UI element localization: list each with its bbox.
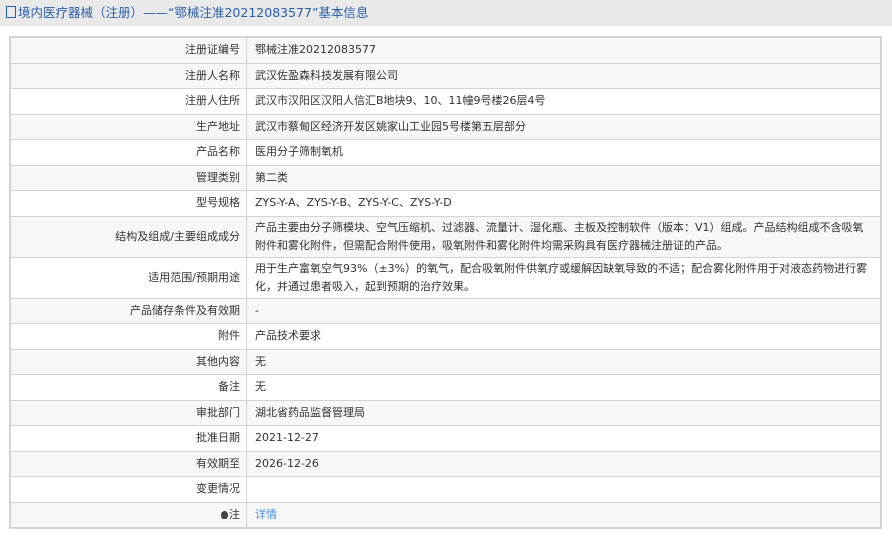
row-label: 适用范围/预期用途 [9, 256, 247, 299]
row-label: 其他内容 [9, 348, 247, 375]
table-row: 产品储存条件及有效期 - [9, 297, 882, 324]
page-title: 境内医疗器械（注册）——“鄂械注准20212083577”基本信息 [18, 5, 369, 20]
table-row: 管理类别 第二类 [9, 164, 882, 191]
row-label: 结构及组成/主要组成成分 [9, 215, 247, 258]
row-value: 鄂械注准20212083577 [246, 36, 882, 64]
note-label-cell: 注 [9, 501, 247, 529]
row-label: 变更情况 [9, 476, 247, 503]
row-value [246, 476, 882, 503]
row-value: 无 [246, 374, 882, 401]
document-icon [6, 6, 16, 18]
row-value: 无 [246, 348, 882, 375]
table-row: 有效期至 2026-12-26 [9, 450, 882, 477]
table-row: 生产地址 武汉市蔡甸区经济开发区姚家山工业园5号楼第五层部分 [9, 113, 882, 140]
row-label: 产品名称 [9, 139, 247, 166]
row-value: 第二类 [246, 164, 882, 191]
table-row: 其他内容无 [9, 348, 882, 375]
row-label: 注册证编号 [9, 36, 247, 64]
row-value: 产品主要由分子筛模块、空气压缩机、过滤器、流量计、湿化瓶、主板及控制软件（版本：… [246, 215, 882, 258]
table-row: 审批部门 湖北省药品监督管理局 [9, 399, 882, 426]
row-label: 型号规格 [9, 190, 247, 217]
row-value: 武汉市蔡甸区经济开发区姚家山工业园5号楼第五层部分 [246, 113, 882, 140]
row-label: 备注 [9, 374, 247, 401]
table-row: 型号规格 ZYS-Y-A、ZYS-Y-B、ZYS-Y-C、ZYS-Y-D [9, 190, 882, 217]
table-row: 批准日期 2021-12-27 [9, 425, 882, 452]
lightbulb-icon [221, 510, 228, 519]
note-label: 注 [229, 507, 240, 521]
row-label: 附件 [9, 323, 247, 350]
row-label: 注册人住所 [9, 88, 247, 115]
row-label: 产品储存条件及有效期 [9, 297, 247, 324]
row-label: 有效期至 [9, 450, 247, 477]
row-label: 管理类别 [9, 164, 247, 191]
row-label: 生产地址 [9, 113, 247, 140]
row-value: 用于生产富氧空气93%（±3%）的氧气，配合吸氧附件供氧疗或缓解因缺氧导致的不适… [246, 256, 882, 299]
table-row: 附件 产品技术要求 [9, 323, 882, 350]
table-row: 适用范围/预期用途 用于生产富氧空气93%（±3%）的氧气，配合吸氧附件供氧疗或缓… [9, 256, 882, 299]
row-value: ZYS-Y-A、ZYS-Y-B、ZYS-Y-C、ZYS-Y-D [246, 190, 882, 217]
table-row: 备注无 [9, 374, 882, 401]
table-row: 结构及组成/主要组成成分 产品主要由分子筛模块、空气压缩机、过滤器、流量计、湿化瓶… [9, 215, 882, 258]
row-label: 注册人名称 [9, 62, 247, 89]
info-table: 注册证编号 鄂械注准20212083577 注册人名称 武汉佐盈森科技发展有限公司 注册… [9, 36, 882, 529]
table-row: 产品名称 医用分子筛制氧机 [9, 139, 882, 166]
table-row: 变更情况 [9, 476, 882, 503]
row-value: 武汉市汉阳区汉阳人信汇B地块9、10、11幢9号楼26层4号 [246, 88, 882, 115]
row-value: 医用分子筛制氧机 [246, 139, 882, 166]
table-row: 注册证编号 鄂械注准20212083577 [9, 36, 882, 64]
row-value: 2026-12-26 [246, 450, 882, 477]
table-row: 注册人名称 武汉佐盈森科技发展有限公司 [9, 62, 882, 89]
row-value: 湖北省药品监督管理局 [246, 399, 882, 426]
table-row: 注册人住所 武汉市汉阳区汉阳人信汇B地块9、10、11幢9号楼26层4号 [9, 88, 882, 115]
page-header: 境内医疗器械（注册）——“鄂械注准20212083577”基本信息 [0, 0, 892, 26]
row-value: 武汉佐盈森科技发展有限公司 [246, 62, 882, 89]
row-label: 审批部门 [9, 399, 247, 426]
row-value: - [246, 297, 882, 324]
row-value: 产品技术要求 [246, 323, 882, 350]
details-link[interactable]: 详情 [255, 508, 277, 521]
row-label: 批准日期 [9, 425, 247, 452]
note-row: 注 详情 [9, 501, 882, 529]
row-value: 2021-12-27 [246, 425, 882, 452]
